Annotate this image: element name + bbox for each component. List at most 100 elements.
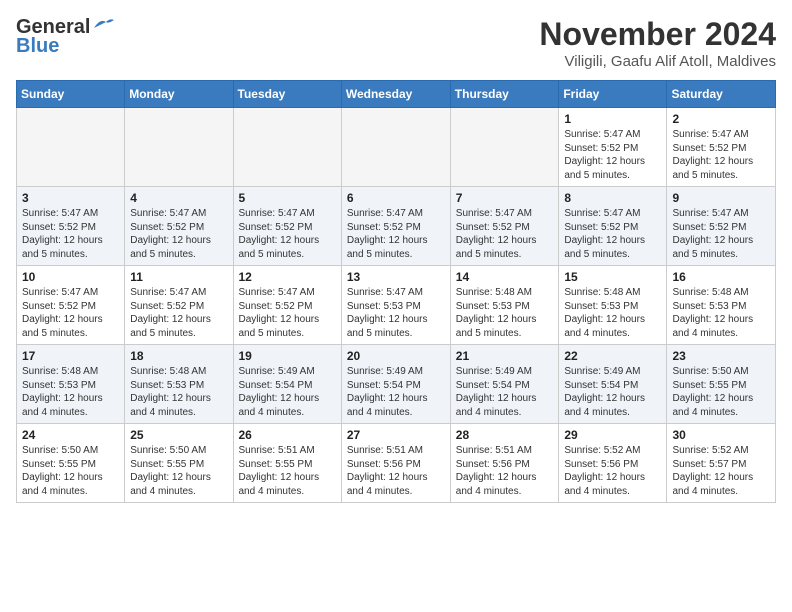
day-info: Sunrise: 5:51 AMSunset: 5:56 PMDaylight:… [347, 444, 445, 498]
day-number: 21 [456, 349, 554, 363]
day-info: Sunrise: 5:47 AMSunset: 5:52 PMDaylight:… [22, 207, 119, 261]
day-number: 14 [456, 270, 554, 284]
day-number: 6 [347, 191, 445, 205]
day-info: Sunrise: 5:47 AMSunset: 5:52 PMDaylight:… [456, 207, 554, 261]
calendar-cell: 23Sunrise: 5:50 AMSunset: 5:55 PMDayligh… [667, 345, 776, 424]
calendar-week-row: 1 Sunrise: 5:47 AMSunset: 5:52 PMDaylight… [17, 108, 776, 187]
weekday-header-saturday: Saturday [667, 81, 776, 108]
calendar-cell: 12Sunrise: 5:47 AMSunset: 5:52 PMDayligh… [233, 266, 341, 345]
calendar-cell: 5Sunrise: 5:47 AMSunset: 5:52 PMDaylight… [233, 187, 341, 266]
calendar-cell: 29 Sunrise: 5:52 AMSunset: 5:56 PMDayligh… [559, 424, 667, 503]
day-info: Sunrise: 5:51 AMSunset: 5:55 PMDaylight:… [239, 444, 336, 498]
day-number: 26 [239, 428, 336, 442]
calendar-cell: 3 Sunrise: 5:47 AMSunset: 5:52 PMDaylight… [17, 187, 125, 266]
day-number: 24 [22, 428, 119, 442]
calendar-cell: 28 Sunrise: 5:51 AMSunset: 5:56 PMDayligh… [450, 424, 559, 503]
logo-bird-icon [92, 16, 114, 34]
calendar-cell: 21 Sunrise: 5:49 AMSunset: 5:54 PMDayligh… [450, 345, 559, 424]
day-number: 11 [130, 270, 227, 284]
calendar-cell: 30 Sunrise: 5:52 AMSunset: 5:57 PMDayligh… [667, 424, 776, 503]
day-number: 20 [347, 349, 445, 363]
calendar-cell: 9 Sunrise: 5:47 AMSunset: 5:52 PMDaylight… [667, 187, 776, 266]
weekday-header-sunday: Sunday [17, 81, 125, 108]
day-info: Sunrise: 5:47 AMSunset: 5:52 PMDaylight:… [239, 207, 336, 261]
calendar-cell: 19Sunrise: 5:49 AMSunset: 5:54 PMDayligh… [233, 345, 341, 424]
calendar-cell [233, 108, 341, 187]
calendar-header-row: SundayMondayTuesdayWednesdayThursdayFrid… [17, 81, 776, 108]
calendar-table: SundayMondayTuesdayWednesdayThursdayFrid… [16, 80, 776, 503]
day-number: 18 [130, 349, 227, 363]
day-info: Sunrise: 5:48 AMSunset: 5:53 PMDaylight:… [456, 286, 554, 340]
day-info: Sunrise: 5:47 AMSunset: 5:52 PMDaylight:… [130, 286, 227, 340]
weekday-header-monday: Monday [125, 81, 233, 108]
calendar-cell: 22Sunrise: 5:49 AMSunset: 5:54 PMDayligh… [559, 345, 667, 424]
day-number: 3 [22, 191, 119, 205]
day-number: 2 [672, 112, 770, 126]
calendar-cell [17, 108, 125, 187]
day-info: Sunrise: 5:47 AMSunset: 5:52 PMDaylight:… [564, 207, 661, 261]
calendar-cell: 17 Sunrise: 5:48 AMSunset: 5:53 PMDayligh… [17, 345, 125, 424]
calendar-week-row: 24 Sunrise: 5:50 AMSunset: 5:55 PMDayligh… [17, 424, 776, 503]
calendar-cell [341, 108, 450, 187]
location-subtitle: Viligili, Gaafu Alif Atoll, Maldives [539, 53, 776, 70]
calendar-cell: 26 Sunrise: 5:51 AMSunset: 5:55 PMDayligh… [233, 424, 341, 503]
day-info: Sunrise: 5:48 AMSunset: 5:53 PMDaylight:… [22, 365, 119, 419]
calendar-cell: 10Sunrise: 5:47 AMSunset: 5:52 PMDayligh… [17, 266, 125, 345]
day-number: 12 [239, 270, 336, 284]
day-number: 30 [672, 428, 770, 442]
weekday-header-wednesday: Wednesday [341, 81, 450, 108]
calendar-cell: 16 Sunrise: 5:48 AMSunset: 5:53 PMDayligh… [667, 266, 776, 345]
calendar-cell: 4 Sunrise: 5:47 AMSunset: 5:52 PMDaylight… [125, 187, 233, 266]
logo: General Blue [16, 16, 114, 58]
day-info: Sunrise: 5:50 AMSunset: 5:55 PMDaylight:… [130, 444, 227, 498]
weekday-header-thursday: Thursday [450, 81, 559, 108]
day-number: 4 [130, 191, 227, 205]
calendar-cell: 2 Sunrise: 5:47 AMSunset: 5:52 PMDaylight… [667, 108, 776, 187]
day-info: Sunrise: 5:47 AMSunset: 5:52 PMDaylight:… [22, 286, 119, 340]
day-number: 15 [564, 270, 661, 284]
day-info: Sunrise: 5:51 AMSunset: 5:56 PMDaylight:… [456, 444, 554, 498]
day-info: Sunrise: 5:47 AMSunset: 5:52 PMDaylight:… [130, 207, 227, 261]
calendar-cell: 27 Sunrise: 5:51 AMSunset: 5:56 PMDayligh… [341, 424, 450, 503]
day-info: Sunrise: 5:52 AMSunset: 5:57 PMDaylight:… [672, 444, 770, 498]
title-section: November 2024 Viligili, Gaafu Alif Atoll… [539, 16, 776, 70]
day-number: 16 [672, 270, 770, 284]
calendar-week-row: 3 Sunrise: 5:47 AMSunset: 5:52 PMDaylight… [17, 187, 776, 266]
day-info: Sunrise: 5:50 AMSunset: 5:55 PMDaylight:… [22, 444, 119, 498]
day-number: 9 [672, 191, 770, 205]
weekday-header-tuesday: Tuesday [233, 81, 341, 108]
calendar-cell: 18 Sunrise: 5:48 AMSunset: 5:53 PMDayligh… [125, 345, 233, 424]
day-info: Sunrise: 5:47 AMSunset: 5:52 PMDaylight:… [347, 207, 445, 261]
day-info: Sunrise: 5:47 AMSunset: 5:53 PMDaylight:… [347, 286, 445, 340]
day-info: Sunrise: 5:52 AMSunset: 5:56 PMDaylight:… [564, 444, 661, 498]
calendar-cell: 8Sunrise: 5:47 AMSunset: 5:52 PMDaylight… [559, 187, 667, 266]
calendar-week-row: 17 Sunrise: 5:48 AMSunset: 5:53 PMDayligh… [17, 345, 776, 424]
day-info: Sunrise: 5:50 AMSunset: 5:55 PMDaylight:… [672, 365, 770, 419]
day-info: Sunrise: 5:47 AMSunset: 5:52 PMDaylight:… [672, 207, 770, 261]
day-info: Sunrise: 5:49 AMSunset: 5:54 PMDaylight:… [564, 365, 661, 419]
day-info: Sunrise: 5:48 AMSunset: 5:53 PMDaylight:… [130, 365, 227, 419]
calendar-cell: 20 Sunrise: 5:49 AMSunset: 5:54 PMDayligh… [341, 345, 450, 424]
day-number: 19 [239, 349, 336, 363]
month-year-title: November 2024 [539, 16, 776, 53]
calendar-cell: 1Sunrise: 5:47 AMSunset: 5:52 PMDaylight… [559, 108, 667, 187]
day-number: 17 [22, 349, 119, 363]
day-number: 27 [347, 428, 445, 442]
day-info: Sunrise: 5:49 AMSunset: 5:54 PMDaylight:… [347, 365, 445, 419]
calendar-cell: 7Sunrise: 5:47 AMSunset: 5:52 PMDaylight… [450, 187, 559, 266]
calendar-cell: 15Sunrise: 5:48 AMSunset: 5:53 PMDayligh… [559, 266, 667, 345]
day-number: 13 [347, 270, 445, 284]
calendar-cell: 25Sunrise: 5:50 AMSunset: 5:55 PMDayligh… [125, 424, 233, 503]
calendar-cell [450, 108, 559, 187]
day-number: 1 [564, 112, 661, 126]
day-number: 29 [564, 428, 661, 442]
day-info: Sunrise: 5:47 AMSunset: 5:52 PMDaylight:… [672, 128, 770, 182]
calendar-cell: 11 Sunrise: 5:47 AMSunset: 5:52 PMDayligh… [125, 266, 233, 345]
page-header: General Blue November 2024 Viligili, Gaa… [16, 16, 776, 70]
day-number: 28 [456, 428, 554, 442]
day-info: Sunrise: 5:49 AMSunset: 5:54 PMDaylight:… [456, 365, 554, 419]
day-info: Sunrise: 5:48 AMSunset: 5:53 PMDaylight:… [672, 286, 770, 340]
calendar-cell: 24 Sunrise: 5:50 AMSunset: 5:55 PMDayligh… [17, 424, 125, 503]
calendar-week-row: 10Sunrise: 5:47 AMSunset: 5:52 PMDayligh… [17, 266, 776, 345]
weekday-header-friday: Friday [559, 81, 667, 108]
